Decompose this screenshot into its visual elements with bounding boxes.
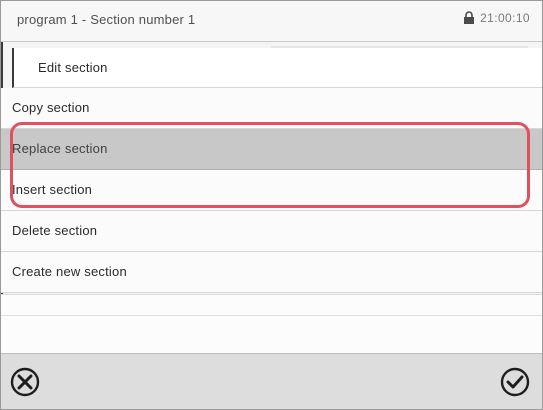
menu-item-replace-section[interactable]: Replace section (1, 129, 542, 170)
divider (1, 315, 542, 316)
confirm-icon (500, 367, 530, 397)
menu-item-label: Delete section (12, 223, 98, 238)
lock-icon (464, 11, 475, 24)
footer-bar (1, 353, 542, 409)
page-title: program 1 - Section number 1 (17, 12, 196, 27)
menu-item-create-new-section[interactable]: Create new section (1, 252, 542, 293)
controller-screen: program 1 - Section number 1 21:00:10 Ed… (0, 0, 543, 410)
cancel-button[interactable] (8, 365, 42, 399)
menu-item-label: Edit section (38, 60, 108, 75)
menu-item-edit-section[interactable]: Edit section (12, 48, 542, 88)
menu-item-label: Create new section (12, 264, 127, 279)
menu-item-label: Replace section (12, 141, 108, 156)
confirm-button[interactable] (498, 365, 532, 399)
header-status: 21:00:10 (462, 11, 530, 25)
menu-item-insert-section[interactable]: Insert section (1, 170, 542, 211)
header-bar: program 1 - Section number 1 21:00:10 (1, 1, 542, 42)
menu-item-copy-section[interactable]: Copy section (1, 88, 542, 129)
menu-item-label: Copy section (12, 100, 90, 115)
menu-item-label: Insert section (12, 182, 93, 197)
section-menu: Edit section Copy section Replace sectio… (1, 48, 542, 293)
cancel-icon (10, 367, 40, 397)
empty-list-area (1, 294, 542, 353)
clock-time: 21:00:10 (480, 11, 530, 25)
menu-item-delete-section[interactable]: Delete section (1, 211, 542, 252)
